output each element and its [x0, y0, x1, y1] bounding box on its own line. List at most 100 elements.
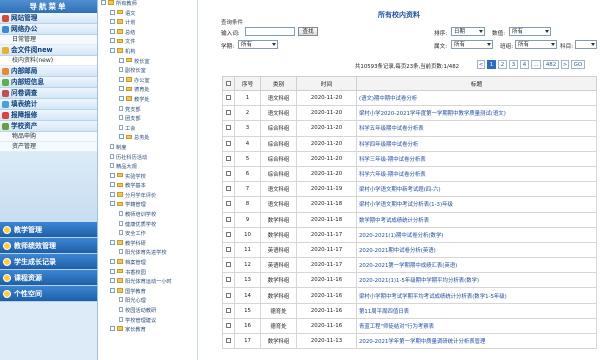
page-button[interactable]: 4: [520, 60, 529, 69]
tree-node[interactable]: 制度: [98, 143, 197, 154]
checkbox[interactable]: [226, 338, 231, 344]
row-select-cell[interactable]: [222, 196, 235, 213]
tree-toggle-icon[interactable]: [119, 76, 124, 82]
tree-node[interactable]: 总务处: [98, 134, 197, 144]
table-row[interactable]: 16 德育处 2020-11-16 青蓝工程"师徒结对"行为考察表: [222, 317, 597, 335]
checkbox[interactable]: [226, 307, 231, 313]
type-select[interactable]: 所有: [451, 40, 493, 49]
tree-node[interactable]: 学校管理建议: [98, 316, 197, 327]
nav-item[interactable]: 网络办公: [0, 24, 97, 35]
tree-node[interactable]: 教学科研: [98, 239, 197, 250]
tree-node[interactable]: 档案管理: [98, 259, 197, 269]
row-select-cell[interactable]: [222, 257, 235, 274]
row-select-cell[interactable]: [222, 226, 235, 243]
row-title[interactable]: 2020-2021(1)期中试卷分析(数学): [356, 226, 597, 243]
nav-item[interactable]: 内部短信息: [0, 77, 97, 88]
nav-subitem[interactable]: 物品申购: [0, 132, 97, 142]
tree-node[interactable]: 安全工作: [98, 230, 197, 240]
tree-node[interactable]: 实验学校: [98, 172, 197, 183]
tree-toggle-icon[interactable]: [119, 134, 124, 140]
tree-toggle-icon[interactable]: [110, 268, 115, 274]
row-select-cell[interactable]: [222, 241, 235, 259]
table-row[interactable]: 9 数学科组 2020-11-18 数学期中考试成绩统计分析表: [222, 211, 597, 228]
row-select-cell[interactable]: [222, 317, 235, 335]
tree-toggle-icon[interactable]: [110, 259, 115, 265]
tree-toggle-icon[interactable]: [110, 239, 115, 245]
tree-node[interactable]: 教学基本: [98, 182, 197, 192]
tree-node[interactable]: 健康优质学校: [98, 220, 197, 231]
table-row[interactable]: 7 语文科组 2020-11-19 梁村小学语文期中新考试题(四-六): [222, 181, 597, 198]
row-title[interactable]: 梁村小学语文期中考试分析表(1-3)年级: [356, 196, 597, 213]
nav-section[interactable]: 学生成长记录: [0, 254, 97, 270]
tree-node[interactable]: 工会: [98, 124, 197, 135]
sort-select[interactable]: 日期: [451, 27, 485, 36]
page-button[interactable]: >: [561, 60, 569, 69]
row-title[interactable]: 梁村小学语文期中新考试题(四-六): [356, 181, 597, 198]
table-row[interactable]: 12 英语科组 2020-11-17 2020-2021第一学期期中成绩汇表(英语): [222, 257, 597, 274]
page-button[interactable]: 2: [498, 60, 507, 69]
term-select[interactable]: 所有: [238, 40, 278, 49]
nav-item[interactable]: 内部邮局: [0, 66, 97, 77]
tree-node[interactable]: 总结: [98, 28, 197, 39]
table-row[interactable]: 5 综合科组 2020-11-20 科学三年级-期中试卷分析表: [222, 150, 597, 167]
page-button[interactable]: 3: [509, 60, 518, 69]
tree-node[interactable]: 所有教师: [98, 0, 197, 10]
tree-toggle-icon[interactable]: [110, 278, 115, 284]
nav-section[interactable]: 课程资源: [0, 270, 97, 286]
row-title[interactable]: 2020-2021学年第一学期中质量调研统计分析表管理: [356, 332, 597, 350]
row-title[interactable]: 2020-2021第一学期期中成绩汇表(英语): [356, 257, 597, 274]
tree-node[interactable]: 德育处: [98, 86, 197, 96]
row-select-cell[interactable]: [222, 272, 235, 289]
checkbox[interactable]: [226, 125, 231, 131]
table-row[interactable]: 10 数学科组 2020-11-17 2020-2021(1)期中试卷分析(数学): [222, 226, 597, 243]
tree-node[interactable]: 家长教育: [98, 326, 197, 336]
row-select-cell[interactable]: [222, 332, 235, 350]
checkbox[interactable]: [226, 246, 231, 252]
table-row[interactable]: 15 德育处 2020-11-16 第11周平周四值日表: [222, 302, 597, 319]
checkbox[interactable]: [226, 201, 231, 207]
nav-item[interactable]: 学校资产: [0, 121, 97, 132]
tree-toggle-icon[interactable]: [110, 38, 115, 44]
checkbox[interactable]: [226, 231, 231, 237]
row-select-cell[interactable]: [222, 181, 235, 198]
nav-section[interactable]: 个性空间: [0, 286, 97, 302]
table-row[interactable]: 1 语文科组 2020-11-20 (语文)期中期中试卷分析: [222, 89, 597, 107]
nav-item[interactable]: 填表统计: [0, 99, 97, 110]
page-button[interactable]: 482: [543, 60, 559, 69]
row-select-cell[interactable]: [222, 135, 235, 152]
tree-toggle-icon[interactable]: [119, 86, 124, 92]
row-title[interactable]: 第11周平周四值日表: [356, 302, 597, 319]
checkbox[interactable]: [226, 171, 231, 177]
tree-toggle-icon[interactable]: [110, 19, 115, 25]
tree-node[interactable]: 党支部: [98, 105, 197, 116]
nav-subitem[interactable]: 资产管理: [0, 142, 97, 152]
table-row[interactable]: 17 数学科组 2020-11-13 2020-2021学年第一学期中质量调研统计分析…: [222, 332, 597, 350]
tree-toggle-icon[interactable]: [110, 191, 115, 197]
checkbox[interactable]: [226, 277, 231, 283]
checkbox[interactable]: [226, 80, 231, 86]
checkbox[interactable]: [226, 155, 231, 161]
tree-node[interactable]: 副校长室: [98, 67, 197, 77]
nav-item[interactable]: 问卷调查: [0, 88, 97, 99]
tree-toggle-icon[interactable]: [110, 287, 115, 293]
row-title[interactable]: 科学三年级-期中试卷分析表: [356, 150, 597, 167]
table-row[interactable]: 8 语文科组 2020-11-18 梁村小学语文期中考试分析表(1-3)年级: [222, 196, 597, 213]
row-title[interactable]: 青蓝工程"师徒结对"行为考察表: [356, 317, 597, 335]
nav-item[interactable]: 会文件阅new: [0, 45, 97, 56]
select-all-header[interactable]: [222, 76, 235, 91]
checkbox[interactable]: [226, 292, 231, 298]
tree-toggle-icon[interactable]: [119, 95, 124, 101]
table-row[interactable]: 4 综合科组 2020-11-20 科学四年级期中试卷分析: [222, 135, 597, 152]
checkbox[interactable]: [226, 262, 231, 268]
checkbox[interactable]: [226, 110, 231, 116]
row-select-cell[interactable]: [222, 287, 235, 304]
row-title[interactable]: 2020-2021(1)1-5年级期中学期平均分析表(数学): [356, 272, 597, 289]
row-select-cell[interactable]: [222, 165, 235, 183]
nav-subitem[interactable]: 校内资料(new): [0, 56, 97, 66]
tree-node[interactable]: 分月学年评价: [98, 191, 197, 202]
table-row[interactable]: 13 数学科组 2020-11-16 2020-2021(1)1-5年级期中学期平均分…: [222, 272, 597, 289]
checkbox[interactable]: [226, 322, 231, 328]
page-button[interactable]: …: [531, 60, 541, 69]
tree-node[interactable]: 计划: [98, 19, 197, 29]
tree-toggle-icon[interactable]: [110, 201, 115, 207]
